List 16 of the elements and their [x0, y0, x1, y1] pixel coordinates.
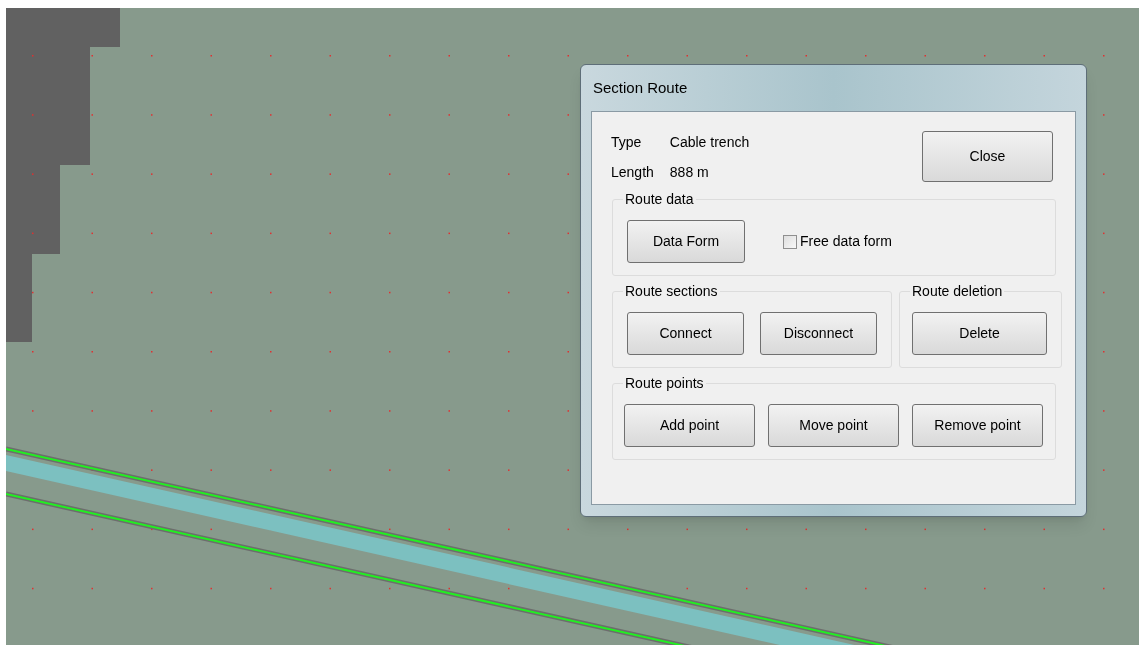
- action-button[interactable]: Disconnect: [760, 312, 877, 355]
- action-button[interactable]: Move point: [768, 404, 899, 447]
- close-button[interactable]: Close: [922, 131, 1053, 182]
- action-button[interactable]: Delete: [912, 312, 1047, 355]
- field-label: Length: [611, 163, 654, 182]
- field-value: Cable trench: [669, 133, 750, 152]
- field-label: Type: [611, 133, 643, 152]
- window-title: Section Route: [593, 77, 688, 98]
- checkbox[interactable]: [783, 234, 797, 249]
- field-value: 888 m: [669, 163, 710, 182]
- checkbox-label[interactable]: Free data form: [800, 231, 892, 252]
- action-button[interactable]: Data Form: [627, 220, 745, 263]
- action-button[interactable]: Add point: [624, 404, 755, 447]
- action-button[interactable]: Connect: [627, 312, 744, 355]
- group-title: Route points: [623, 374, 706, 392]
- action-button[interactable]: Remove point: [912, 404, 1043, 447]
